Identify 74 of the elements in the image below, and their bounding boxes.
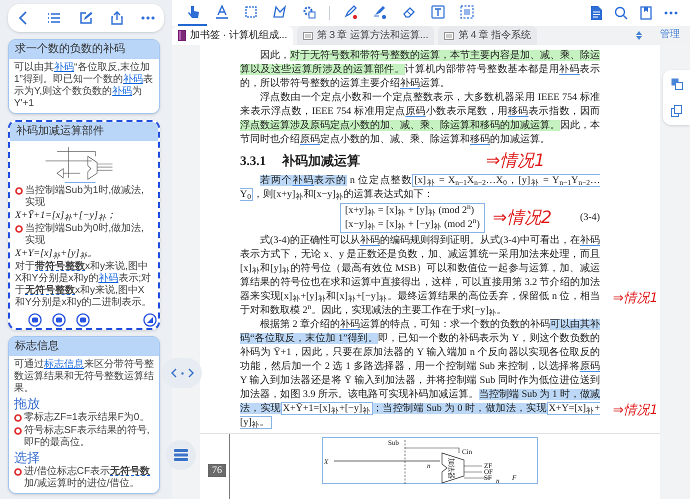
document-icon [303,32,314,40]
book-icon [178,30,186,41]
chevron-right-icon [188,368,194,378]
search-button[interactable] [614,6,628,20]
circle-bullet-icon [15,225,23,233]
note-card[interactable]: 求一个数的负数的补码 可以由其补码“各位取反,末位加1”得到。即已知一个数的补码表示为Y,则这个数负数的补码为Y'+1 [8,39,160,114]
handwritten-note: ⇒情况1 [612,402,658,420]
circle-bullet-icon [14,414,22,422]
equation-line: [x+y]$_{补}$ = [x]$_{补}$ + [y]$_{补}$ (mod 2$^{n}$) [345,204,476,218]
equation-number: (3-4) [580,211,600,225]
document-icon [591,6,602,20]
resize-handle-icon[interactable] [143,313,157,327]
list-button[interactable] [166,440,196,470]
card-text: 可以由其补码“各位取反,末位加1”得到。即已知一个数的补码表示为Y,则这个数负数的补码为Y'+1 [14,62,154,110]
card-text: 可通过标志信息来区分带符号整数运算结果和无符号整数运算结果。 [14,359,154,395]
bookmark-icon [640,6,652,20]
paragraph: 若两个补码表示的 n 位定点整数 [x]$_{补}$ = X$_{n−1}$X$_{n−2}$…X$_{0}$，[y]$_{补}$ = Y$_{n−1}$Y$_{n−2}$…Y$_{0}$ ，则[x+y]$_{补}$和[x−y]$_{补}$的运算表达式如下： [240,174,600,202]
formula-text: X+Ȳ+1=[x]$_{补}$+[−y]$_{补}$； [15,210,116,222]
rectangle-icon [244,5,258,19]
paragraph: 浮点数由一个定点小数和一个定点整数表示，大多数机器采用 IEEE 754 标准来表示浮点数，IEEE 754 标准用定点原码小数表示尾数，用移码表示指数，因而 浮点数运算涉及原码定点小数的加、减、乘、除运算和移码的加减运算。因此，本节同时也介绍原码定点小数的加、减、乘、除运算和移码的加减运算。 [240,91,600,147]
circle-bullet-icon [15,187,23,195]
eraser-icon [402,5,416,19]
mode-label[interactable]: 选择 [14,450,40,465]
note-card[interactable]: 标志信息 可通过标志信息来区分带符号整数运算结果和无符号整数运算结果。 拖放 零标志ZF=1表示结果F为0。 符号标志SF表示结果的符号,即F的最高位。 选择 进/借位标志CF表示无符号数 加/减运算时的进位/借位。 [8,336,160,494]
select-area-icon [460,5,474,19]
card-text: 进/借位标志CF表示无符号数 加/减运算时的进位/借位。 [24,466,152,490]
text-underline-icon [214,5,228,19]
page-nav-control[interactable] [162,358,202,388]
section-number: 3.3.1 [240,152,266,170]
page-number: 76 [208,464,226,477]
more-button[interactable] [664,11,678,15]
highlighter-icon [372,5,386,19]
chevron-left-icon [170,368,176,378]
paragraph: 根据第 2 章介绍的补码运算的特点，可知：求一个数的负数的补码可以由其补码“各位取反，末位加 1”得到。即，已知一个数的补码表示为 Y，则这个数负数的补码为 Ȳ+1，因此，只要在原加法器的 Y 输入端加 n 个反向器以实现各位取反的功能，然后加一个 2 选 1 多路选择器，用一个控制端 Sub 来控制，以选择将原码 Y 输入到加法器还是将 Ȳ 输入到加法器，并将控制端 Sub 同时作为低位进位送到加法器，如图 3.9 所示。该电路可实现补码加减运算。当控制端 Sub 为 1 时，做减法，实现 X+Ȳ+1=[x]$_{补}$+[−y]$_{补}$ ；当控制端 Sub 为 0 时，做加法，实现 X+Y=[x]$_{补}$+[y]$_{补}$。 [240,318,600,430]
bookmark-button[interactable] [640,6,652,20]
text-box-icon [430,5,444,19]
document-tab[interactable]: 第４章 指令系统 [438,26,538,45]
edit-icon [79,11,93,25]
circle-bullet-icon [14,427,22,435]
handwritten-note: ⇒情况2 [492,209,552,227]
search-icon [614,6,628,20]
section-title: 补码加减运算 [282,152,360,170]
card-title: 补码加减运算部件 [10,122,158,141]
equation-line: [x−y]$_{补}$ = [x]$_{补}$ + [−y]$_{补}$ (mod 2$^{n}$) [345,218,480,232]
sort-icon [636,31,642,40]
card-text: 对于带符号整数x和y来说,图中X和Y分别是x和y的补码表示;对于无符号整数x和y来说,图中X和Y分别是x和y的二进制表示。 [15,261,153,309]
list-icon [47,12,61,24]
dot-icon [180,372,184,374]
document-tab[interactable]: 加书签 · 计算机组成... [172,26,294,45]
handwritten-note: ⇒情况1 [486,152,546,170]
pen-icon [344,5,358,19]
share-icon [111,11,123,25]
note-card[interactable]: 补码加减运算部件 当控制端Sub为1时,做减法,实现 X+Ȳ+1=[x]$_{补}$+[−y]$_{补}$； 当控制端Sub为0时,做加法,实现 X+Y=[x]$_{补}$+[y]$_{补}$。 对于带符号整数x和y来说,图中X和Y分别是x和y的补码表示;对于无符号整数x和y来说,图中X和Y分别是x和y的二进制表示。 [8,120,160,330]
copy-icon[interactable] [670,105,682,118]
paragraph: 式(3-4)的正确性可以从补码的编码规则得到证明。从式(3-4)中可看出，在补码 表示方式下，无论 x、y 是正数还是负数，加、减运算统一采用加法来处理，而且[x]$_{补}$和[y]$_{补}$的符号位（最高有效位 MSB）可以和数值位一起参与运算，加、减运算结果的符号位也在求和运算中直接得出，这样，可以直接用第 3.2 节介绍的加法器来实现[x]$_{补}$+[y]$_{补}$和[x]$_{补}$+[−y]$_{补}$。最终运算结果的高位丢弃，保留低 n 位，相当于对和数取模 2$^{n}$。因此，实现减法的主要工作在于求[−y]$_{补}$。 [240,234,600,318]
document-button[interactable] [591,6,602,20]
handwritten-note: ⇒情况1 [612,290,658,308]
mode-label[interactable]: 拖放 [14,396,40,411]
card-text: 当控制端Sub为1时,做减法,实现 [25,185,145,209]
pointer-icon [186,5,200,19]
document-icon [444,32,454,40]
card-text: 零标志ZF=1表示结果F为0。 [24,412,150,424]
back-icon [17,11,29,25]
translate-icon[interactable] [670,78,682,90]
card-text: 当控制端Sub为0时,做加法,实现 [25,223,145,247]
card-text: 符号标志SF表示结果的符号,即F的最高位。 [24,425,151,449]
more-icon [141,16,155,20]
more-icon [664,11,678,15]
card-title: 标志信息 [9,337,159,356]
formula-text: X+Y=[x]$_{补}$+[y]$_{补}$。 [15,248,98,260]
lasso-icon [272,5,286,19]
document-tab[interactable]: 第３章 运算方法和运算... [297,26,434,45]
card-title: 求一个数的负数的补码 [9,40,159,59]
circle-bullet-icon [14,468,22,476]
